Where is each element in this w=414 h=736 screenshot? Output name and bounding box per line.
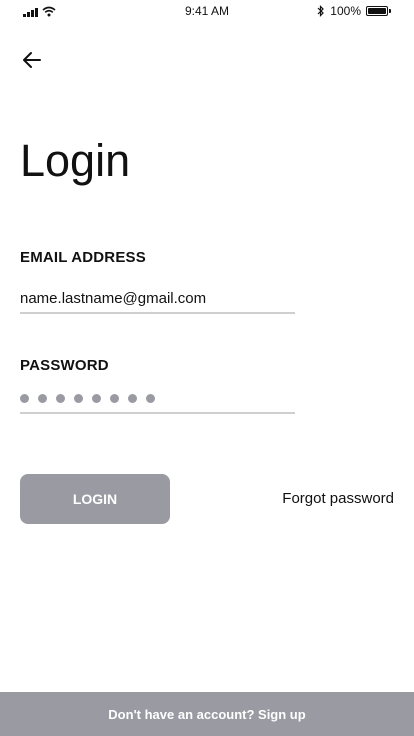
email-label: EMAIL ADDRESS <box>20 249 146 266</box>
password-mask-dot <box>92 393 101 403</box>
page-title: Login <box>20 135 131 186</box>
status-bar: 9:41 AM 100% <box>0 0 414 24</box>
password-mask-dot <box>128 393 137 403</box>
status-right: 100% <box>317 4 391 18</box>
signup-bar[interactable]: Don't have an account? Sign up <box>0 692 414 736</box>
bluetooth-icon <box>317 5 325 17</box>
signup-link[interactable]: Don't have an account? Sign up <box>108 707 305 722</box>
login-button[interactable]: LOGIN <box>20 474 170 524</box>
battery-percent: 100% <box>330 4 361 18</box>
email-field[interactable] <box>20 284 295 314</box>
password-mask-dot <box>146 393 155 403</box>
password-mask-dot <box>56 393 65 403</box>
forgot-password-link[interactable]: Forgot password <box>282 490 394 507</box>
password-field[interactable] <box>20 388 295 414</box>
password-label: PASSWORD <box>20 357 109 374</box>
battery-icon <box>366 6 391 16</box>
password-mask-dot <box>74 393 83 403</box>
password-mask-dot <box>20 393 29 403</box>
arrow-left-icon[interactable] <box>20 48 44 72</box>
battery-level <box>368 8 386 14</box>
password-mask-dot <box>38 393 47 403</box>
password-mask-dot <box>110 393 119 403</box>
